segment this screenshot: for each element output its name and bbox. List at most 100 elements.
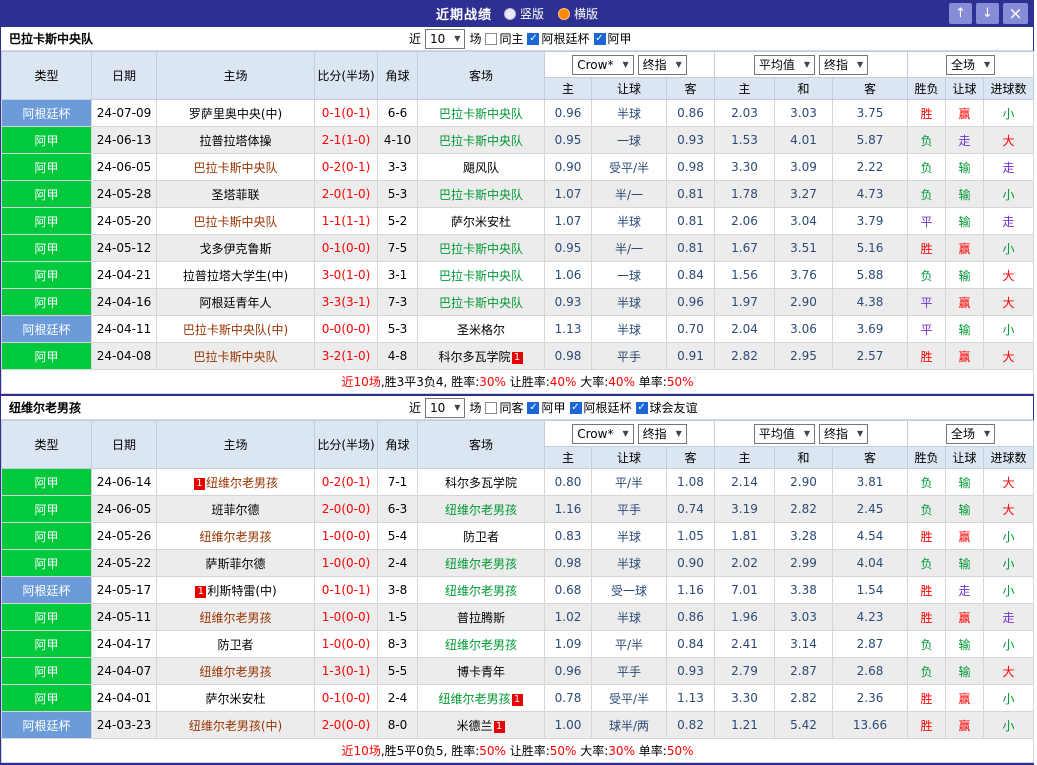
team-link[interactable]: 利斯特雷(中) bbox=[207, 584, 276, 598]
score-cell[interactable]: 1-1(1-1) bbox=[314, 207, 378, 235]
filter-checkbox[interactable]: ✓ 阿根廷杯 bbox=[527, 30, 590, 47]
filter-checkbox[interactable]: 同客 bbox=[485, 399, 523, 416]
team-link[interactable]: 普拉腾斯 bbox=[457, 611, 505, 625]
home-team-cell[interactable]: 纽维尔老男孩 bbox=[156, 657, 315, 685]
home-team-cell[interactable]: 罗萨里奥中央(中) bbox=[156, 99, 315, 127]
away-team-cell[interactable]: 巴拉卡斯中央队 bbox=[417, 234, 545, 262]
close-icon[interactable]: × bbox=[1003, 3, 1028, 24]
score-cell[interactable]: 0-1(0-1) bbox=[314, 576, 378, 604]
away-team-cell[interactable]: 萨尔米安杜 bbox=[417, 207, 545, 235]
away-team-cell[interactable]: 米德兰 1 bbox=[417, 711, 545, 739]
team-link[interactable]: 巴拉卡斯中央队(中) bbox=[183, 323, 288, 337]
home-team-cell[interactable]: 纽维尔老男孩 bbox=[156, 603, 315, 631]
away-team-cell[interactable]: 巴拉卡斯中央队 bbox=[417, 99, 545, 127]
home-team-cell[interactable]: 巴拉卡斯中央队 bbox=[156, 342, 315, 370]
filter-checkbox[interactable]: ✓ 阿根廷杯 bbox=[569, 399, 632, 416]
home-team-cell[interactable]: 阿根廷青年人 bbox=[156, 288, 315, 316]
score-cell[interactable]: 3-0(1-0) bbox=[314, 261, 378, 289]
team-link[interactable]: 圣米格尔 bbox=[457, 323, 505, 337]
filter-checkbox[interactable]: ✓ 阿甲 bbox=[527, 399, 566, 416]
team-link[interactable]: 纽维尔老男孩 bbox=[445, 584, 517, 598]
team-link[interactable]: 阿根廷青年人 bbox=[199, 296, 271, 310]
home-team-cell[interactable]: 巴拉卡斯中央队 bbox=[156, 153, 315, 181]
team-link[interactable]: 纽维尔老男孩 bbox=[445, 557, 517, 571]
team-link[interactable]: 纽维尔老男孩 bbox=[199, 530, 271, 544]
score-cell[interactable]: 1-0(0-0) bbox=[314, 522, 378, 550]
team-link[interactable]: 纽维尔老男孩 bbox=[206, 476, 278, 490]
score-cell[interactable]: 1-0(0-0) bbox=[314, 603, 378, 631]
away-team-cell[interactable]: 防卫者 bbox=[417, 522, 545, 550]
average-odds-dropdown[interactable]: 终指 ▼ bbox=[819, 423, 869, 444]
home-team-cell[interactable]: 纽维尔老男孩(中) bbox=[156, 711, 315, 739]
team-link[interactable]: 巴拉卡斯中央队 bbox=[439, 188, 523, 202]
score-cell[interactable]: 2-0(0-0) bbox=[314, 711, 378, 739]
away-team-cell[interactable]: 纽维尔老男孩 bbox=[417, 630, 545, 658]
away-team-cell[interactable]: 纽维尔老男孩 bbox=[417, 576, 545, 604]
team-link[interactable]: 萨尔米安杜 bbox=[451, 215, 511, 229]
away-team-cell[interactable]: 科尔多瓦学院 1 bbox=[417, 342, 545, 370]
team-link[interactable]: 班菲尔德 bbox=[211, 503, 259, 517]
scope-dropdown[interactable]: 全场 ▼ bbox=[945, 423, 996, 444]
team-link[interactable]: 纽维尔老男孩(中) bbox=[189, 719, 282, 733]
bookmaker-dropdown[interactable]: Crow* ▼ bbox=[572, 423, 634, 444]
away-team-cell[interactable]: 普拉腾斯 bbox=[417, 603, 545, 631]
score-cell[interactable]: 2-0(1-0) bbox=[314, 180, 378, 208]
home-team-cell[interactable]: 1 利斯特雷(中) bbox=[156, 576, 315, 604]
home-team-cell[interactable]: 圣塔菲联 bbox=[156, 180, 315, 208]
team-link[interactable]: 纽维尔老男孩 bbox=[445, 503, 517, 517]
bookmaker-dropdown[interactable]: 终指 ▼ bbox=[637, 54, 687, 75]
home-team-cell[interactable]: 防卫者 bbox=[156, 630, 315, 658]
team-link[interactable]: 罗萨里奥中央(中) bbox=[189, 107, 282, 121]
away-team-cell[interactable]: 巴拉卡斯中央队 bbox=[417, 288, 545, 316]
team-link[interactable]: 米德兰 bbox=[456, 719, 492, 733]
team-link[interactable]: 圣塔菲联 bbox=[211, 188, 259, 202]
average-odds-dropdown[interactable]: 终指 ▼ bbox=[819, 54, 869, 75]
team-link[interactable]: 萨尔米安杜 bbox=[205, 692, 265, 706]
score-cell[interactable]: 1-3(0-1) bbox=[314, 657, 378, 685]
away-team-cell[interactable]: 纽维尔老男孩 bbox=[417, 495, 545, 523]
team-link[interactable]: 巴拉卡斯中央队 bbox=[193, 350, 277, 364]
home-team-cell[interactable]: 巴拉卡斯中央队 bbox=[156, 207, 315, 235]
home-team-cell[interactable]: 拉普拉塔体操 bbox=[156, 126, 315, 154]
away-team-cell[interactable]: 巴拉卡斯中央队 bbox=[417, 180, 545, 208]
score-cell[interactable]: 1-0(0-0) bbox=[314, 549, 378, 577]
score-cell[interactable]: 2-1(1-0) bbox=[314, 126, 378, 154]
match-count-dropdown[interactable]: 10 ▼ bbox=[425, 397, 466, 418]
score-cell[interactable]: 0-2(0-1) bbox=[314, 153, 378, 181]
score-cell[interactable]: 0-1(0-0) bbox=[314, 684, 378, 712]
team-link[interactable]: 戈多伊克鲁斯 bbox=[199, 242, 271, 256]
home-team-cell[interactable]: 纽维尔老男孩 bbox=[156, 522, 315, 550]
away-team-cell[interactable]: 飓风队 bbox=[417, 153, 545, 181]
layout-mode-radio[interactable]: 竖版 bbox=[503, 5, 544, 22]
team-link[interactable]: 萨斯菲尔德 bbox=[205, 557, 265, 571]
team-link[interactable]: 科尔多瓦学院 bbox=[438, 350, 510, 364]
home-team-cell[interactable]: 戈多伊克鲁斯 bbox=[156, 234, 315, 262]
scope-dropdown[interactable]: 全场 ▼ bbox=[945, 54, 996, 75]
layout-mode-radio[interactable]: 横版 bbox=[558, 5, 598, 22]
score-cell[interactable]: 1-0(0-0) bbox=[314, 630, 378, 658]
team-link[interactable]: 纽维尔老男孩 bbox=[438, 692, 510, 706]
team-link[interactable]: 科尔多瓦学院 bbox=[445, 476, 517, 490]
home-team-cell[interactable]: 萨尔米安杜 bbox=[156, 684, 315, 712]
away-team-cell[interactable]: 巴拉卡斯中央队 bbox=[417, 126, 545, 154]
filter-checkbox[interactable]: ✓ 阿甲 bbox=[593, 30, 632, 47]
score-cell[interactable]: 0-1(0-0) bbox=[314, 234, 378, 262]
team-link[interactable]: 巴拉卡斯中央队 bbox=[439, 107, 523, 121]
away-team-cell[interactable]: 巴拉卡斯中央队 bbox=[417, 261, 545, 289]
team-link[interactable]: 防卫者 bbox=[217, 638, 253, 652]
away-team-cell[interactable]: 纽维尔老男孩 1 bbox=[417, 684, 545, 712]
team-link[interactable]: 巴拉卡斯中央队 bbox=[439, 296, 523, 310]
score-cell[interactable]: 2-0(0-0) bbox=[314, 495, 378, 523]
score-cell[interactable]: 3-3(3-1) bbox=[314, 288, 378, 316]
team-link[interactable]: 巴拉卡斯中央队 bbox=[439, 269, 523, 283]
team-link[interactable]: 巴拉卡斯中央队 bbox=[439, 134, 523, 148]
average-odds-dropdown[interactable]: 平均值 ▼ bbox=[753, 54, 816, 75]
score-cell[interactable]: 3-2(1-0) bbox=[314, 342, 378, 370]
bookmaker-dropdown[interactable]: Crow* ▼ bbox=[572, 54, 634, 75]
bookmaker-dropdown[interactable]: 终指 ▼ bbox=[637, 423, 687, 444]
team-link[interactable]: 防卫者 bbox=[463, 530, 499, 544]
team-link[interactable]: 纽维尔老男孩 bbox=[445, 638, 517, 652]
team-link[interactable]: 博卡青年 bbox=[457, 665, 505, 679]
score-cell[interactable]: 0-0(0-0) bbox=[314, 315, 378, 343]
home-team-cell[interactable]: 巴拉卡斯中央队(中) bbox=[156, 315, 315, 343]
